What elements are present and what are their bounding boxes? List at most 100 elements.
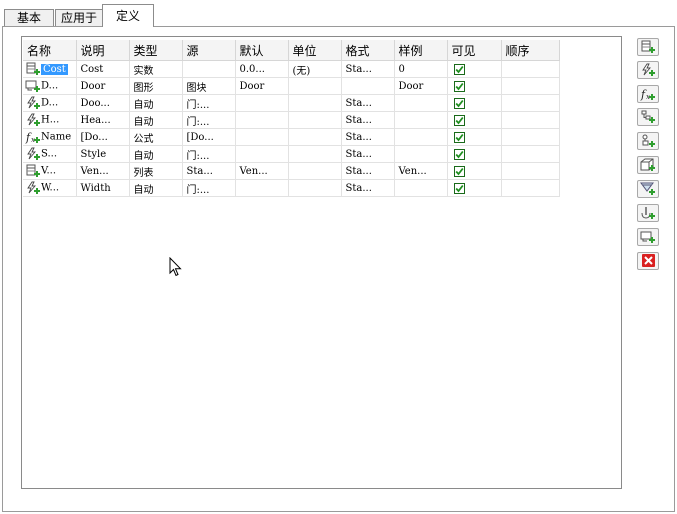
cell-order[interactable] — [501, 111, 560, 129]
table-row[interactable]: D... Doo... 自动 门:... Sta... — [23, 94, 560, 112]
visible-checkbox[interactable] — [453, 80, 465, 92]
property-definition-grid[interactable]: 名称 说明 类型 源 默认 单位 格式 样例 可见 顺序 Cost Cost 实数 0… — [21, 36, 622, 489]
cell-description[interactable]: Style — [76, 145, 130, 163]
add-location-definition-button[interactable] — [637, 204, 659, 222]
cell-units[interactable] — [288, 162, 342, 180]
table-row[interactable]: D... Door 图形 图块 Door Door — [23, 77, 560, 95]
cell-units[interactable] — [288, 179, 342, 197]
add-automatic-definition-button[interactable] — [637, 61, 659, 79]
cell-format[interactable]: Sta... — [341, 145, 395, 163]
cell-example[interactable] — [394, 111, 448, 129]
cell-type[interactable]: 自动 — [129, 179, 183, 197]
cell-default[interactable]: 0.0... — [235, 60, 289, 78]
col-header-example[interactable]: 样例 — [394, 40, 448, 61]
col-header-description[interactable]: 说明 — [76, 40, 130, 61]
cell-order[interactable] — [501, 60, 560, 78]
visible-checkbox[interactable] — [453, 97, 465, 109]
cell-description[interactable]: Doo... — [76, 94, 130, 112]
col-header-source[interactable]: 源 — [182, 40, 236, 61]
cell-description[interactable]: [Do... — [76, 128, 130, 146]
cell-example[interactable] — [394, 94, 448, 112]
col-header-name[interactable]: 名称 — [23, 40, 77, 61]
cell-units[interactable] — [288, 77, 342, 95]
cell-type[interactable]: 实数 — [129, 60, 183, 78]
cell-format[interactable]: Sta... — [341, 111, 395, 129]
table-row[interactable]: H... Hea... 自动 门:... Sta... — [23, 111, 560, 129]
cell-description[interactable]: Hea... — [76, 111, 130, 129]
cell-type[interactable]: 图形 — [129, 77, 183, 95]
cell-example[interactable]: Door — [394, 77, 448, 95]
cell-format[interactable]: Sta... — [341, 94, 395, 112]
cell-format[interactable]: Sta... — [341, 179, 395, 197]
delete-definition-button[interactable] — [637, 252, 659, 270]
cell-order[interactable] — [501, 128, 560, 146]
visible-checkbox[interactable] — [453, 148, 465, 160]
cell-name[interactable]: S... — [23, 145, 77, 163]
tab-definition[interactable]: 定义 — [102, 4, 154, 27]
cell-example[interactable] — [394, 179, 448, 197]
cell-name[interactable]: W... — [23, 179, 77, 197]
add-graphic-definition-button[interactable] — [637, 228, 659, 246]
cell-source[interactable] — [182, 60, 236, 78]
cell-example[interactable]: 0 — [394, 60, 448, 78]
visible-checkbox[interactable] — [453, 63, 465, 75]
cell-description[interactable]: Width — [76, 179, 130, 197]
cell-order[interactable] — [501, 94, 560, 112]
col-header-format[interactable]: 格式 — [341, 40, 395, 61]
cell-units[interactable] — [288, 145, 342, 163]
cell-name[interactable]: V... — [23, 162, 77, 180]
cell-name[interactable]: H... — [23, 111, 77, 129]
cell-order[interactable] — [501, 145, 560, 163]
cell-source[interactable]: Sta... — [182, 162, 236, 180]
cell-description[interactable]: Door — [76, 77, 130, 95]
add-formula-definition-button[interactable]: fx — [637, 85, 659, 103]
cell-units[interactable]: (无) — [288, 60, 342, 78]
cell-order[interactable] — [501, 162, 560, 180]
cell-default[interactable] — [235, 111, 289, 129]
visible-checkbox[interactable] — [453, 114, 465, 126]
table-row[interactable]: S... Style 自动 门:... Sta... — [23, 145, 560, 163]
cell-name[interactable]: f x Name — [23, 128, 77, 146]
cell-example[interactable] — [394, 145, 448, 163]
cell-default[interactable] — [235, 94, 289, 112]
visible-checkbox[interactable] — [453, 182, 465, 194]
cell-default[interactable]: Door — [235, 77, 289, 95]
table-row[interactable]: Cost Cost 实数 0.0... (无) Sta... 0 — [23, 60, 560, 78]
cell-format[interactable] — [341, 77, 395, 95]
visible-checkbox[interactable] — [453, 131, 465, 143]
cell-units[interactable] — [288, 94, 342, 112]
visible-checkbox[interactable] — [453, 165, 465, 177]
add-material-definition-button[interactable] — [637, 180, 659, 198]
add-anchor-definition-button[interactable] — [637, 132, 659, 150]
tab-basic[interactable]: 基本 — [4, 9, 54, 26]
table-row[interactable]: W... Width 自动 门:... Sta... — [23, 179, 560, 197]
cell-example[interactable] — [394, 128, 448, 146]
cell-format[interactable]: Sta... — [341, 60, 395, 78]
cell-source[interactable]: 门:... — [182, 111, 236, 129]
cell-description[interactable]: Cost — [76, 60, 130, 78]
cell-format[interactable]: Sta... — [341, 128, 395, 146]
col-header-default[interactable]: 默认 — [235, 40, 289, 61]
col-header-type[interactable]: 类型 — [129, 40, 183, 61]
cell-type[interactable]: 自动 — [129, 94, 183, 112]
col-header-units[interactable]: 单位 — [288, 40, 342, 61]
cell-description[interactable]: Ven... — [76, 162, 130, 180]
col-header-visible[interactable]: 可见 — [447, 40, 502, 61]
cell-source[interactable]: [Do... — [182, 128, 236, 146]
cell-order[interactable] — [501, 77, 560, 95]
cell-default[interactable] — [235, 145, 289, 163]
cell-name[interactable]: D... — [23, 94, 77, 112]
cell-type[interactable]: 自动 — [129, 145, 183, 163]
add-manual-definition-button[interactable] — [637, 38, 659, 56]
cell-source[interactable]: 门:... — [182, 145, 236, 163]
cell-order[interactable] — [501, 179, 560, 197]
cell-default[interactable]: Ven... — [235, 162, 289, 180]
cell-example[interactable]: Ven... — [394, 162, 448, 180]
add-project-definition-button[interactable] — [637, 108, 659, 126]
cell-source[interactable]: 门:... — [182, 179, 236, 197]
cell-type[interactable]: 自动 — [129, 111, 183, 129]
tab-applies-to[interactable]: 应用于 — [55, 9, 103, 26]
cell-source[interactable]: 图块 — [182, 77, 236, 95]
cell-type[interactable]: 列表 — [129, 162, 183, 180]
cell-type[interactable]: 公式 — [129, 128, 183, 146]
